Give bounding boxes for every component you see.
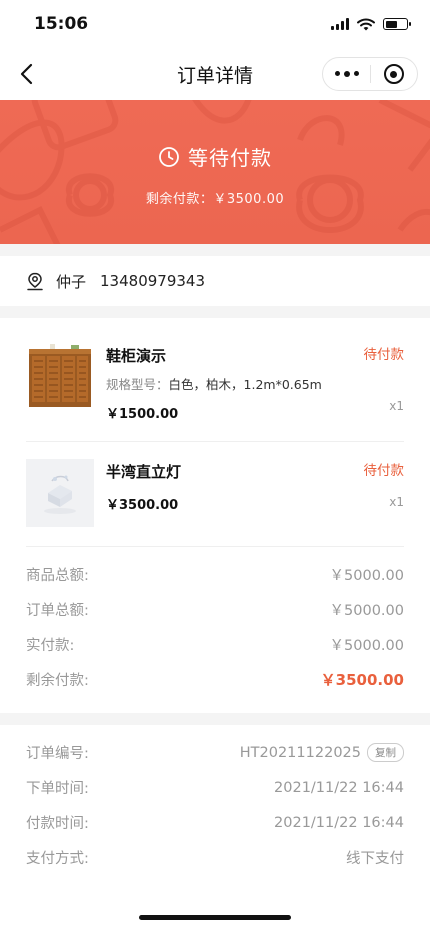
remaining-payment: 剩余付款：￥3500.00 (145, 192, 285, 207)
cellular-signal-icon (331, 18, 349, 30)
order-number: HT20211122025 (239, 744, 361, 761)
wifi-icon (357, 18, 375, 30)
summary-row: 订单总额: ￥5000.00 (26, 592, 404, 627)
status-time: 15:06 (34, 14, 89, 34)
nav-bar: 订单详情 (0, 48, 430, 100)
summary-row: 实付款: ￥5000.00 (26, 627, 404, 662)
summary-label: 剩余付款: (26, 673, 89, 689)
contact-card[interactable]: 仲子 13480979343 (0, 256, 430, 306)
back-arrow-icon[interactable] (16, 62, 40, 86)
pay-time-row: 付款时间: 2021/11/22 16:44 (26, 805, 404, 840)
home-indicator (139, 915, 291, 920)
pay-method: 线下支付 (346, 851, 404, 867)
copy-button[interactable]: 复制 (367, 743, 404, 762)
contact-phone: 13480979343 (100, 272, 205, 290)
more-options-icon[interactable] (323, 71, 370, 77)
battery-icon (383, 18, 411, 30)
item-info: 鞋柜演示 规格型号：白色，柏木，1.2m*0.65m ￥1500.00 待付款 … (106, 343, 404, 422)
close-mini-program-icon[interactable] (371, 64, 417, 84)
pay-time: 2021/11/22 16:44 (274, 814, 404, 831)
item-status: 待付款 (363, 347, 405, 363)
order-time-label: 下单时间: (26, 781, 89, 797)
item-quantity: x1 (389, 399, 404, 413)
order-number-row: 订单编号: HT20211122025 复制 (26, 735, 404, 770)
summary-label: 商品总额: (26, 568, 89, 584)
item-name: 半湾直立灯 (106, 463, 182, 481)
item-spec-label: 规格型号： (106, 377, 169, 392)
order-item[interactable]: 鞋柜演示 规格型号：白色，柏木，1.2m*0.65m ￥1500.00 待付款 … (26, 318, 404, 441)
order-time-row: 下单时间: 2021/11/22 16:44 (26, 770, 404, 805)
order-time: 2021/11/22 16:44 (274, 779, 404, 796)
item-spec-value: 白色，柏木，1.2m*0.65m (168, 377, 322, 392)
summary-value: ￥5000.00 (329, 568, 404, 584)
item-quantity: x1 (389, 495, 404, 509)
page-title: 订单详情 (176, 64, 253, 87)
item-info: 半湾直立灯 ￥3500.00 待付款 x1 (106, 459, 404, 527)
summary-row: 剩余付款: ￥3500.00 (26, 662, 404, 697)
item-price: ￥3500.00 (106, 498, 179, 513)
item-spec: 规格型号：白色，柏木，1.2m*0.65m (106, 374, 404, 393)
order-status-banner: 等待付款 剩余付款：￥3500.00 (0, 100, 430, 244)
banner-pattern (0, 100, 430, 244)
pay-method-row: 支付方式: 线下支付 (26, 840, 404, 875)
summary-value: ￥5000.00 (329, 638, 404, 654)
status-icons (331, 18, 411, 31)
mini-program-capsule (322, 57, 418, 91)
remaining-amount: ￥3500.00 (320, 671, 404, 689)
summary-label: 订单总额: (26, 603, 89, 619)
order-item[interactable]: 半湾直立灯 ￥3500.00 待付款 x1 (26, 441, 404, 546)
item-status: 待付款 (363, 463, 405, 479)
order-summary: 商品总额: ￥5000.00 订单总额: ￥5000.00 实付款: ￥5000… (26, 546, 404, 713)
pay-method-label: 支付方式: (26, 851, 89, 867)
order-number-label: 订单编号: (26, 746, 89, 762)
summary-label: 实付款: (26, 638, 75, 654)
item-name: 鞋柜演示 (106, 347, 167, 365)
summary-value: ￥5000.00 (329, 603, 404, 619)
status-bar: 15:06 (0, 0, 430, 48)
item-price: ￥1500.00 (106, 407, 179, 422)
location-pin-icon (27, 272, 43, 290)
order-items-card: 鞋柜演示 规格型号：白色，柏木，1.2m*0.65m ￥1500.00 待付款 … (0, 318, 430, 713)
floor-lamp-image (26, 459, 94, 527)
clock-icon (159, 146, 179, 167)
order-status: 等待付款 (0, 142, 430, 171)
summary-row: 商品总额: ￥5000.00 (26, 557, 404, 592)
order-status-text: 等待付款 (188, 146, 272, 170)
shoe-cabinet-image (29, 344, 91, 407)
pay-time-label: 付款时间: (26, 816, 89, 832)
contact-name: 仲子 (56, 272, 87, 291)
order-info-card: 订单编号: HT20211122025 复制 下单时间: 2021/11/22 1… (0, 725, 430, 930)
